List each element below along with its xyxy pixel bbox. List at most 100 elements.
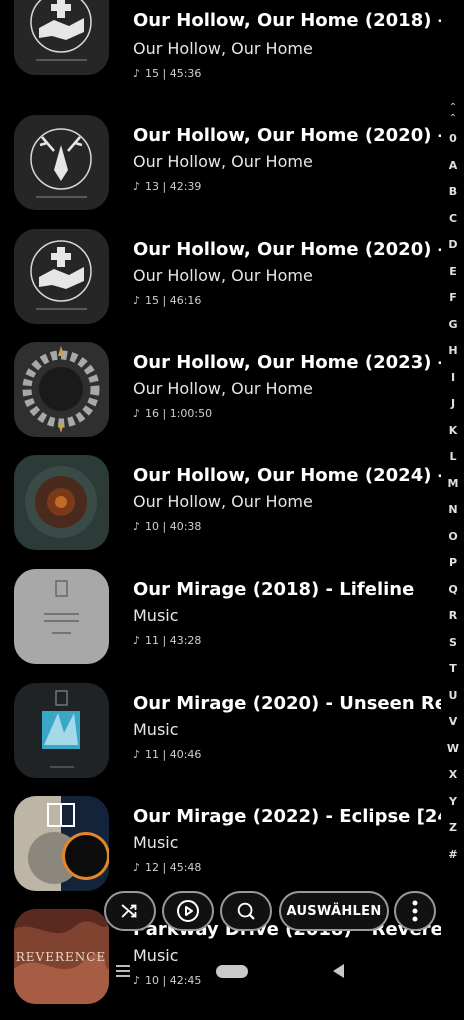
album-row[interactable]: Our Hollow, Our Home (2020) - Hart... Ou… — [0, 113, 441, 226]
album-meta: ♪ 12 | 45:48 — [133, 861, 201, 874]
index-letter[interactable]: N — [445, 503, 461, 516]
chevron-double-up-icon[interactable]: ⌃ ⌃ — [446, 102, 460, 124]
album-title: Our Mirage (2020) - Unseen Relatio ... — [133, 693, 441, 714]
index-letter[interactable]: Y — [445, 795, 461, 808]
music-note-icon: ♪ — [133, 748, 141, 761]
album-title: Our Hollow, Our Home (2023) - Bur ... — [133, 352, 441, 373]
play-button[interactable] — [162, 891, 214, 931]
track-count-duration: 15 | 45:36 — [145, 67, 202, 80]
album-row[interactable]: Our Hollow, Our Home (2018) - In M... Ou… — [0, 0, 441, 113]
cover-art-dark-blue — [14, 683, 109, 778]
index-letter[interactable]: C — [445, 212, 461, 225]
index-letter[interactable]: R — [445, 609, 461, 622]
music-note-icon: ♪ — [133, 520, 141, 533]
album-cover — [14, 455, 109, 550]
more-button[interactable] — [394, 891, 436, 931]
album-row[interactable]: Our Mirage (2018) - Lifeline Music ♪ 11 |… — [0, 567, 440, 680]
album-title: Our Hollow, Our Home (2020) - I M -... — [133, 239, 441, 260]
album-title: Our Hollow, Our Home (2024) - Hop ... — [133, 465, 441, 486]
search-button[interactable] — [220, 891, 272, 931]
album-row[interactable]: Our Hollow, Our Home (2020) - I M -... O… — [0, 227, 441, 340]
search-icon — [237, 902, 255, 920]
play-icon — [177, 900, 199, 922]
album-cover — [14, 115, 109, 210]
index-letter[interactable]: Q — [445, 583, 461, 596]
music-note-icon: ♪ — [133, 407, 141, 420]
index-letter[interactable]: L — [445, 450, 461, 463]
album-row[interactable]: Our Hollow, Our Home (2023) - Bur ... Ou… — [0, 340, 441, 453]
index-letter[interactable]: 0 — [445, 132, 461, 145]
album-title: Our Mirage (2018) - Lifeline — [133, 579, 415, 600]
track-count-duration: 11 | 43:28 — [145, 634, 202, 647]
cover-art-handshake — [14, 0, 109, 75]
index-letter[interactable]: D — [445, 238, 461, 251]
track-count-duration: 11 | 40:46 — [145, 748, 202, 761]
album-artist: Our Hollow, Our Home — [133, 152, 313, 171]
index-letter[interactable]: K — [445, 424, 461, 437]
shuffle-icon — [121, 904, 137, 918]
index-letter[interactable]: T — [445, 662, 461, 675]
album-cover — [14, 569, 109, 664]
system-nav-bar — [0, 955, 464, 990]
album-artist: Music — [133, 833, 179, 852]
album-artist: Our Hollow, Our Home — [133, 39, 313, 58]
album-cover — [14, 683, 109, 778]
index-letter[interactable]: B — [445, 185, 461, 198]
album-meta: ♪ 11 | 40:46 — [133, 748, 201, 761]
cover-art-stag — [14, 115, 109, 210]
index-letter[interactable]: H — [445, 344, 461, 357]
album-artist: Our Hollow, Our Home — [133, 379, 313, 398]
alphabet-index[interactable]: ⌃ ⌃ 0 A B C D E F G H I J K L M N O P Q R S T U V W X Y Z # — [442, 100, 464, 870]
cover-art-handshake — [14, 229, 109, 324]
index-letter[interactable]: W — [445, 742, 461, 755]
index-letter[interactable]: X — [445, 768, 461, 781]
index-letter[interactable]: Z — [445, 821, 461, 834]
cover-art-stone-circle — [14, 455, 109, 550]
album-row[interactable]: Our Hollow, Our Home (2024) - Hop ... Ou… — [0, 453, 441, 566]
album-meta: ♪ 10 | 40:38 — [133, 520, 201, 533]
back-button[interactable] — [333, 964, 344, 978]
home-button[interactable] — [216, 965, 248, 978]
album-meta: ♪ 11 | 43:28 — [133, 634, 201, 647]
index-letter[interactable]: A — [445, 159, 461, 172]
index-letter[interactable]: E — [445, 265, 461, 278]
album-meta: ♪ 13 | 42:39 — [133, 180, 201, 193]
index-letter[interactable]: J — [445, 397, 461, 410]
index-letter[interactable]: # — [445, 848, 461, 861]
action-bar: AUSWÄHLEN — [0, 891, 464, 937]
track-count-duration: 12 | 45:48 — [145, 861, 202, 874]
album-title: Our Hollow, Our Home (2018) - In M... — [133, 10, 441, 31]
album-artist: Our Hollow, Our Home — [133, 266, 313, 285]
album-artist: Music — [133, 720, 179, 739]
more-vertical-icon — [412, 900, 418, 922]
index-letter[interactable]: U — [445, 689, 461, 702]
music-note-icon: ♪ — [133, 294, 141, 307]
track-count-duration: 10 | 40:38 — [145, 520, 202, 533]
index-letter[interactable]: V — [445, 715, 461, 728]
music-note-icon: ♪ — [133, 634, 141, 647]
album-meta: ♪ 15 | 46:16 — [133, 294, 201, 307]
index-letter[interactable]: O — [445, 530, 461, 543]
select-button[interactable]: AUSWÄHLEN — [279, 891, 389, 931]
album-title: Our Mirage (2022) - Eclipse [24-44,1] — [133, 806, 441, 827]
index-letter[interactable]: F — [445, 291, 461, 304]
music-note-icon: ♪ — [133, 861, 141, 874]
cover-art-eclipse — [14, 796, 109, 891]
index-letter[interactable]: P — [445, 556, 461, 569]
index-letter[interactable]: I — [445, 371, 461, 384]
album-cover — [14, 0, 109, 75]
cover-art-grey-texture — [14, 569, 109, 664]
album-artist: Music — [133, 606, 179, 625]
album-artist: Our Hollow, Our Home — [133, 492, 313, 511]
album-title: Our Hollow, Our Home (2020) - Hart... — [133, 125, 441, 146]
index-letter[interactable]: M — [445, 477, 461, 490]
album-cover — [14, 796, 109, 891]
album-row[interactable]: Our Mirage (2020) - Unseen Relatio ... M… — [0, 681, 441, 794]
index-letter[interactable]: S — [445, 636, 461, 649]
music-note-icon: ♪ — [133, 67, 141, 80]
cover-art-sun-ring — [14, 342, 109, 437]
shuffle-button[interactable] — [104, 891, 156, 931]
recent-apps-button[interactable] — [116, 965, 130, 977]
index-letter[interactable]: G — [445, 318, 461, 331]
album-meta: ♪ 15 | 45:36 — [133, 67, 201, 80]
